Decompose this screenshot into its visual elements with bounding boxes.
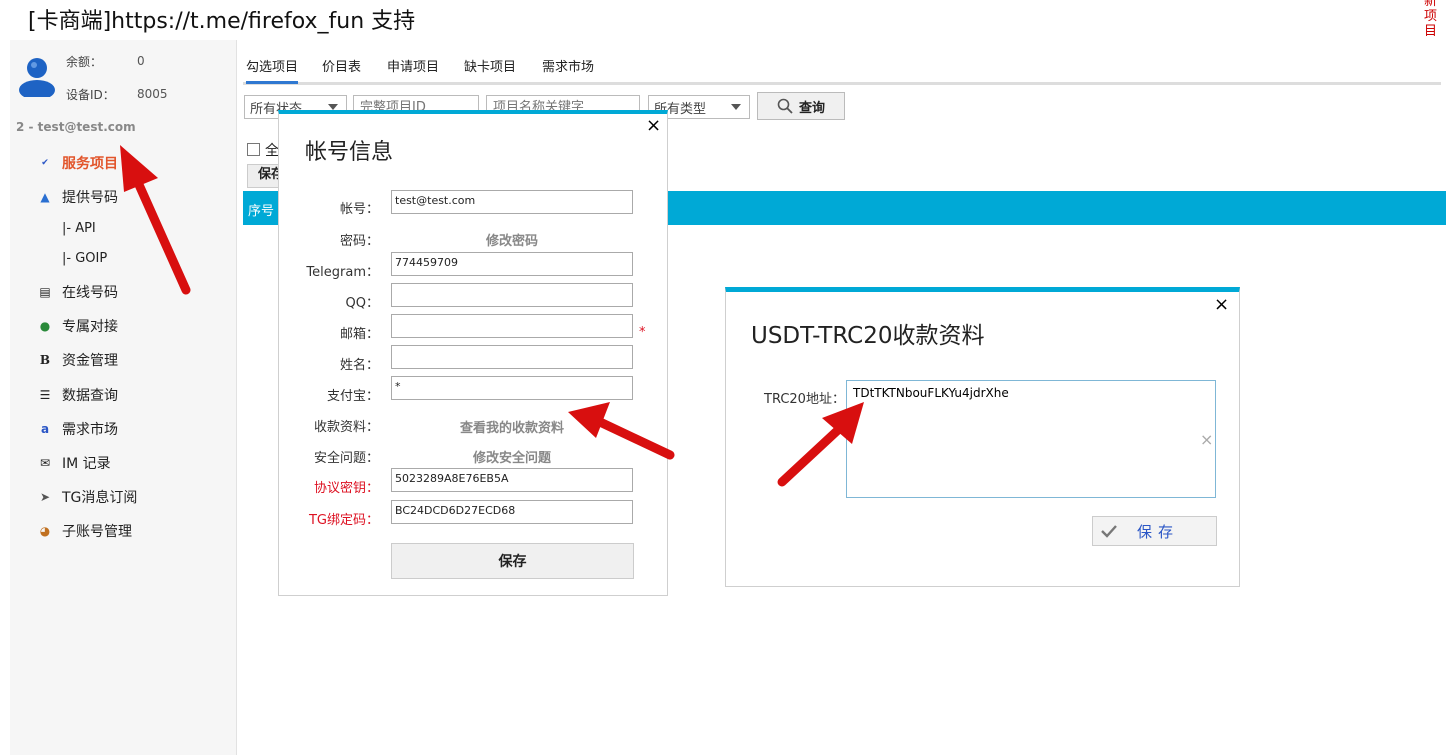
sidebar-item-label: 提供号码 — [62, 190, 118, 206]
balance-label: 余额： — [66, 55, 103, 69]
telegram-label: Telegram： — [306, 265, 379, 280]
dialog-title: 帐号信息 — [305, 140, 394, 165]
trc20-address-input[interactable]: TDtTKTNbouFLKYu4jdrXhe — [846, 380, 1216, 498]
bold-b-icon: B — [39, 353, 51, 367]
column-header-index: 序号 — [248, 204, 275, 219]
users-icon: ◕ — [39, 524, 51, 538]
security-question-label: 安全问题： — [313, 451, 379, 466]
sidebar-item-label: 在线号码 — [62, 285, 118, 301]
password-label: 密码： — [339, 234, 379, 249]
tab-demand-market[interactable]: 需求市场 — [542, 56, 594, 75]
close-icon[interactable]: × — [646, 117, 661, 135]
sidebar-item-im-records[interactable]: ✉ IM 记录 — [36, 452, 111, 474]
tab-selected-projects[interactable]: 勾选项目 — [246, 56, 299, 84]
sidebar-item-label: 需求市场 — [62, 422, 118, 438]
title-suffix: 支持 — [364, 9, 416, 34]
email-field[interactable] — [391, 314, 633, 338]
required-mark: * — [639, 325, 646, 340]
new-item-link[interactable]: 新项目 — [1424, 0, 1440, 39]
alipay-label: 支付宝： — [326, 389, 379, 404]
save-button[interactable]: 保存 — [1092, 516, 1217, 546]
sidebar-item-label: 专属对接 — [62, 319, 118, 335]
email-label: 邮箱： — [339, 327, 379, 342]
change-password-link[interactable]: 修改密码 — [391, 230, 633, 249]
name-field[interactable] — [391, 345, 633, 369]
query-button-label: 查询 — [798, 100, 825, 116]
sidebar-subitem-goip[interactable]: |- GOIP — [62, 251, 107, 266]
sidebar-item-label: IM 记录 — [62, 456, 111, 472]
tab-price-list[interactable]: 价目表 — [322, 56, 361, 75]
sidebar: 余额： 0 设备ID： 8005 2 - test@test.com ✔ 服务项… — [10, 40, 237, 755]
checkmark-icon — [1101, 525, 1117, 538]
save-button[interactable]: 保存 — [391, 543, 634, 579]
title-prefix: [卡商端] — [28, 9, 112, 34]
envelope-icon: ✉ — [39, 456, 51, 470]
sidebar-subitem-api[interactable]: |- API — [62, 221, 96, 236]
trc20-address-label: TRC20地址： — [764, 392, 845, 407]
query-button[interactable]: 查询 — [757, 92, 845, 120]
tab-missing-card-projects[interactable]: 缺卡项目 — [464, 56, 516, 75]
balance-value: 0 — [137, 54, 145, 68]
title-url[interactable]: https://t.me/firefox_fun — [111, 9, 364, 34]
sidebar-item-label: 服务项目 — [62, 156, 118, 172]
tg-bind-code-field[interactable]: BC24DCD6D27ECD68 — [391, 500, 633, 524]
upload-arrow-icon: ▲ — [40, 190, 50, 204]
sidebar-item-fund-management[interactable]: B 资金管理 — [36, 349, 118, 371]
globe-person-icon: ● — [39, 319, 51, 333]
select-all-checkbox[interactable] — [247, 143, 260, 156]
user-avatar-icon — [19, 58, 55, 97]
alipay-field[interactable]: * — [391, 376, 633, 400]
sidebar-item-label: 子账号管理 — [62, 524, 132, 540]
usdt-trc20-dialog: × USDT-TRC20收款资料 TRC20地址： TDtTKTNbouFLKY… — [725, 287, 1240, 587]
sidebar-item-label: 资金管理 — [62, 353, 118, 369]
account-field[interactable]: test@test.com — [391, 190, 633, 214]
select-all-label: 全 — [265, 143, 279, 159]
close-icon[interactable]: × — [1214, 296, 1229, 314]
card-icon: ▤ — [39, 285, 51, 299]
tg-bind-code-label: TG绑定码： — [308, 513, 379, 528]
protocol-key-field[interactable]: 5023289A8E76EB5A — [391, 468, 633, 492]
abc-check-icon: ✔ — [41, 158, 49, 168]
sidebar-item-label: TG消息订阅 — [62, 490, 138, 506]
list-icon: ☰ — [39, 388, 51, 402]
qq-field[interactable] — [391, 283, 633, 307]
sidebar-item-provide-numbers[interactable]: ▲ 提供号码 — [36, 186, 118, 208]
device-id-label: 设备ID： — [66, 88, 115, 102]
telegram-field[interactable]: 774459709 — [391, 252, 633, 276]
name-label: 姓名： — [339, 358, 379, 373]
sidebar-item-service-projects[interactable]: ✔ 服务项目 — [36, 152, 118, 174]
telegram-icon: ➤ — [39, 490, 51, 504]
qq-label: QQ： — [345, 296, 379, 311]
search-icon — [777, 98, 793, 114]
sidebar-item-sub-accounts[interactable]: ◕ 子账号管理 — [36, 520, 132, 542]
sidebar-item-label: 数据查询 — [62, 388, 118, 404]
sidebar-item-online-numbers[interactable]: ▤ 在线号码 — [36, 281, 118, 303]
account-info-dialog: × 帐号信息 帐号： test@test.com 密码： 修改密码 Telegr… — [278, 110, 668, 596]
account-label: 帐号： — [339, 202, 379, 217]
dialog-title: USDT-TRC20收款资料 — [751, 323, 985, 349]
protocol-key-label: 协议密钥： — [313, 481, 379, 496]
change-security-question-link[interactable]: 修改安全问题 — [391, 447, 633, 466]
view-payment-info-link[interactable]: 查看我的收款资料 — [391, 417, 633, 436]
sidebar-item-dedicated-docking[interactable]: ● 专属对接 — [36, 315, 118, 337]
tab-apply-project[interactable]: 申请项目 — [387, 56, 439, 75]
save-button-label: 保存 — [1137, 522, 1180, 541]
clear-icon[interactable]: × — [1200, 430, 1213, 449]
account-line: 2 - test@test.com — [16, 120, 136, 134]
sidebar-item-demand-market[interactable]: a 需求市场 — [36, 418, 118, 440]
app-title: [卡商端]https://t.me/firefox_fun 支持 — [28, 3, 415, 35]
sidebar-item-data-query[interactable]: ☰ 数据查询 — [36, 384, 118, 406]
chevron-down-icon — [731, 104, 741, 110]
payment-info-label: 收款资料： — [313, 420, 379, 435]
tab-bar: 勾选项目 价目表 申请项目 缺卡项目 需求市场 — [243, 44, 1441, 85]
notepad-icon: a — [40, 422, 50, 436]
device-id-value: 8005 — [137, 87, 168, 101]
sidebar-item-tg-subscription[interactable]: ➤ TG消息订阅 — [36, 486, 137, 508]
